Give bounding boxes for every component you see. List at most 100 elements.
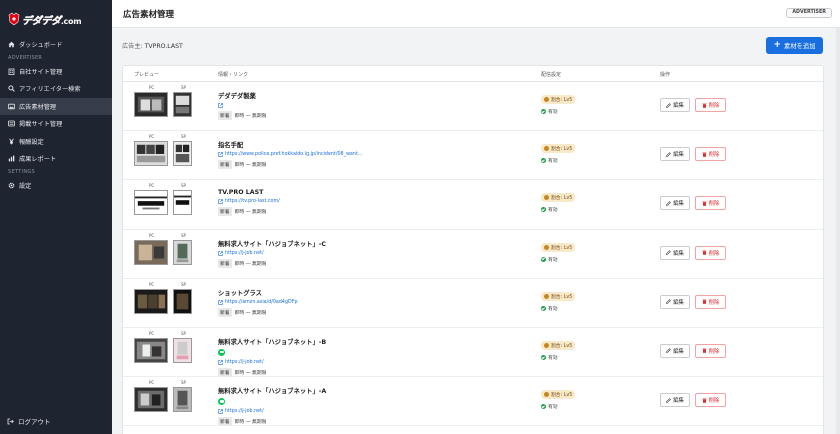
sidebar-item-settings[interactable]: 設定 <box>0 177 112 195</box>
sp-preview-thumbnail[interactable] <box>173 337 192 363</box>
pc-preview-thumbnail[interactable] <box>134 288 168 314</box>
edit-label: 編集 <box>673 398 684 405</box>
add-material-button[interactable]: + 素材を追加 <box>766 37 823 54</box>
check-circle-icon <box>541 256 546 262</box>
edit-button[interactable]: 編集 <box>660 294 690 309</box>
delivery-settings: 割合: Lv5 有効 <box>541 291 576 312</box>
material-link[interactable]: https://www.police.pref.hokkaido.lg.jp/i… <box>218 152 468 157</box>
delete-label: 削除 <box>708 348 720 355</box>
material-meta: 新着 即時 ― 無期限 <box>218 307 468 317</box>
delete-button[interactable]: 削除 <box>695 147 726 162</box>
material-link[interactable] <box>218 103 468 108</box>
sp-preview-thumbnail[interactable] <box>173 141 192 167</box>
trash-icon <box>702 299 707 305</box>
sp-preview-thumbnail[interactable] <box>173 92 192 117</box>
sidebar-item-reports[interactable]: 成果レポート <box>0 150 112 168</box>
delete-button[interactable]: 削除 <box>695 196 726 211</box>
delivery-settings: 割合: Lv5 有効 <box>541 193 576 214</box>
material-info: デダデダ製薬 新着 即時 ― 無期限 <box>218 91 468 120</box>
pc-label: PC <box>149 380 155 386</box>
sidebar-item-own-sites[interactable]: 自社サイト管理 <box>0 63 112 81</box>
new-tag: 新着 <box>218 207 232 217</box>
edit-icon <box>666 397 671 403</box>
edit-button[interactable]: 編集 <box>660 343 690 358</box>
sp-preview-thumbnail[interactable] <box>173 190 192 216</box>
sidebar-item-ad-materials[interactable]: 広告素材管理 <box>0 97 112 115</box>
sidebar-item-listing-sites[interactable]: 掲載サイト管理 <box>0 115 112 133</box>
delete-button[interactable]: 削除 <box>695 98 726 112</box>
edit-icon <box>666 102 671 108</box>
edit-icon <box>666 201 671 206</box>
delete-button[interactable]: 削除 <box>695 393 726 408</box>
active-status: 有効 <box>541 108 575 115</box>
role-badge: ADVERTISER <box>786 8 832 18</box>
edit-button[interactable]: 編集 <box>660 147 690 162</box>
page-scrollbar[interactable] <box>836 28 840 434</box>
pc-preview-thumbnail[interactable] <box>134 337 168 363</box>
section-label-settings: SETTINGS <box>8 168 36 175</box>
pc-label: PC <box>149 85 155 90</box>
pc-preview-thumbnail[interactable] <box>134 190 168 216</box>
column-header-actions: 操作 <box>660 72 671 78</box>
external-link-icon <box>218 250 223 256</box>
material-link[interactable]: https://amzn.asia/d/0ad4gDFp <box>218 300 468 305</box>
sidebar-item-reward-settings[interactable]: 報酬設定 <box>0 133 112 151</box>
pc-preview-thumbnail[interactable] <box>134 239 168 265</box>
new-tag: 新着 <box>218 307 232 317</box>
edit-label: 編集 <box>673 299 684 306</box>
material-link[interactable]: https://j-job.net/ <box>218 251 468 256</box>
trash-icon <box>702 348 707 354</box>
new-tag: 新着 <box>218 417 232 427</box>
delivery-settings: 割合: Lv5 有効 <box>541 95 576 115</box>
sp-preview-thumbnail[interactable] <box>173 288 192 314</box>
pc-preview-thumbnail[interactable] <box>134 387 168 413</box>
material-link-text: https://j-job.net/ <box>225 359 264 365</box>
active-status-text: 有効 <box>548 208 558 214</box>
sidebar-item-affiliate-search[interactable]: アフィリエイター検索 <box>0 80 112 98</box>
schedule-text: 即時 ― 無期限 <box>234 420 267 426</box>
external-link-icon <box>218 199 223 205</box>
external-link-icon <box>218 152 223 157</box>
material-title: デダデダ製薬 <box>218 93 256 100</box>
material-link-text: https://tv.pro-last.com/ <box>225 199 280 205</box>
sp-label: SP <box>181 232 186 238</box>
edit-button[interactable]: 編集 <box>660 98 690 112</box>
material-link[interactable]: https://j-job.net/ <box>218 360 468 365</box>
row-actions: 編集 削除 <box>660 245 726 260</box>
active-status: 有効 <box>541 403 575 410</box>
edit-button[interactable]: 編集 <box>660 393 690 408</box>
delete-button[interactable]: 削除 <box>695 294 726 309</box>
table-header: プレビュー 情報・リンク 配信設定 操作 <box>123 66 823 82</box>
sidebar-item-label: ダッシュボード <box>19 42 63 50</box>
pc-preview-thumbnail[interactable] <box>134 141 168 167</box>
active-status-text: 有効 <box>548 159 558 165</box>
building-icon <box>8 68 15 75</box>
delete-label: 削除 <box>708 299 720 306</box>
line-chat-icon <box>218 348 225 356</box>
edit-button[interactable]: 編集 <box>660 245 690 260</box>
active-status: 有効 <box>541 256 575 263</box>
logout-button[interactable]: ログアウト <box>7 416 51 426</box>
chart-icon <box>8 155 15 162</box>
delete-button[interactable]: 削除 <box>695 343 726 358</box>
sp-preview-thumbnail[interactable] <box>173 387 192 413</box>
row-actions: 編集 削除 <box>660 393 726 408</box>
row-actions: 編集 削除 <box>660 343 726 358</box>
sidebar-nav: ダッシュボード ADVERTISER 自社サイト管理 アフィリエイター検索 広告… <box>0 36 112 194</box>
material-info: 無料求人サイト「ハジョブネット」-A https://j-job.net/ 新着… <box>218 386 468 427</box>
pc-label: PC <box>149 183 155 189</box>
sp-preview-thumbnail[interactable] <box>173 239 192 265</box>
pc-preview-thumbnail[interactable] <box>134 92 168 117</box>
coin-icon <box>544 195 549 201</box>
edit-button[interactable]: 編集 <box>660 196 690 211</box>
advertiser-label: 広告主: <box>122 43 143 50</box>
sidebar-item-dashboard[interactable]: ダッシュボード <box>0 36 112 54</box>
delete-button[interactable]: 削除 <box>695 245 726 260</box>
edit-label: 編集 <box>673 250 684 257</box>
edit-label: 編集 <box>673 103 684 109</box>
material-link[interactable]: https://j-job.net/ <box>218 409 468 414</box>
material-link[interactable]: https://tv.pro-last.com/ <box>218 199 468 204</box>
brand-logo[interactable]: デダデダ.com <box>0 0 112 30</box>
coin-icon <box>544 244 549 250</box>
brand-mark-icon <box>8 12 20 26</box>
